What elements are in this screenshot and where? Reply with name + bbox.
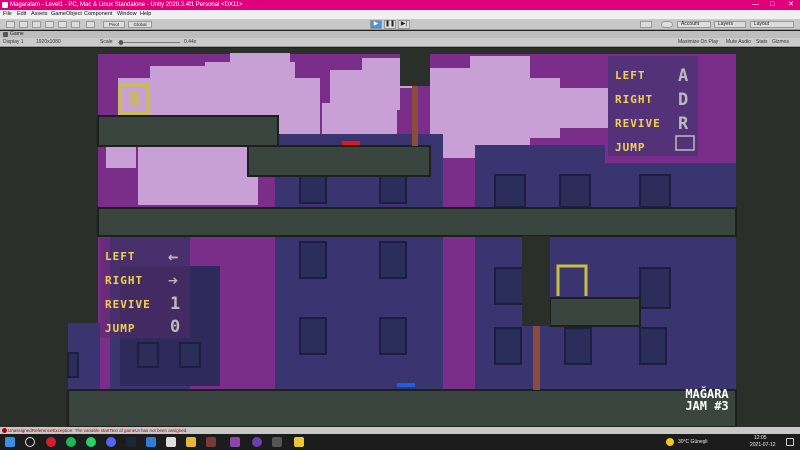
folder-icon[interactable] — [186, 437, 196, 447]
layers-dropdown[interactable]: Layers — [714, 21, 746, 28]
pivot-toggle[interactable]: Pivot — [103, 21, 125, 28]
p1-revive-key: R — [678, 114, 689, 134]
aseprite-icon[interactable] — [206, 437, 216, 447]
collab-button[interactable] — [640, 21, 652, 28]
p2-right-key: ➔ — [168, 271, 179, 291]
menu-bar: File Edit Assets GameObject Component Wi… — [0, 10, 800, 19]
step-button[interactable]: ▶| — [398, 20, 410, 29]
git-icon[interactable] — [252, 437, 262, 447]
search-icon[interactable] — [25, 437, 35, 447]
p2-jump-key: 0 — [170, 317, 181, 337]
close-button[interactable]: ✕ — [788, 0, 794, 10]
tab-game[interactable]: Game — [10, 31, 24, 38]
p2-right-label: RIGHT — [105, 274, 144, 287]
weather-text[interactable]: 30°C Güneşli — [678, 439, 708, 445]
blue-pad — [397, 383, 415, 387]
rect-tool-button[interactable] — [58, 21, 67, 28]
menu-edit[interactable]: Edit — [17, 10, 26, 19]
menu-help[interactable]: Help — [140, 10, 151, 19]
window-titlebar: Magaralam - Level1 - PC, Mac & Linux Sta… — [0, 0, 800, 10]
scale-tool-button[interactable] — [45, 21, 54, 28]
global-toggle[interactable]: Global — [128, 21, 152, 28]
steam-icon[interactable] — [126, 437, 136, 447]
p1-right-label: RIGHT — [615, 93, 654, 106]
p1-right-key: D — [678, 90, 689, 110]
opera-icon[interactable] — [46, 437, 56, 447]
visual-studio-icon[interactable] — [230, 437, 240, 447]
menu-gameobject[interactable]: GameObject — [51, 10, 82, 19]
jam-logo: MAĞARA JAM #3 — [672, 388, 742, 412]
top-pillar — [400, 54, 430, 86]
maximize-on-play-toggle[interactable]: Maximize On Play — [678, 38, 718, 47]
cloud-icon[interactable] — [661, 21, 673, 28]
scale-value: 0.44x — [184, 39, 197, 45]
resolution-dropdown[interactable]: 1920x1080 — [36, 38, 61, 47]
game-icon — [3, 32, 8, 37]
window-title: Magaralam - Level1 - PC, Mac & Linux Sta… — [10, 2, 243, 8]
game-viewport[interactable]: LEFT RIGHT REVIVE JUMP A D R LEFT RIGHT … — [0, 48, 800, 427]
mute-audio-toggle[interactable]: Mute Audio — [726, 38, 751, 47]
weather-icon — [666, 438, 674, 446]
scale-slider-handle[interactable] — [119, 40, 123, 45]
windows-start-icon[interactable] — [5, 437, 15, 447]
tree-trunk-mid — [533, 326, 540, 390]
stats-toggle[interactable]: Stats — [756, 38, 767, 47]
custom-tool-button[interactable] — [86, 21, 95, 28]
transform-tool-button[interactable] — [71, 21, 80, 28]
p2-left-label: LEFT — [105, 250, 136, 263]
p2-revive-label: REVIVE — [105, 298, 151, 311]
tree-trunk-top — [412, 86, 418, 146]
p1-jump-label: JUMP — [615, 141, 646, 154]
rotate-tool-button[interactable] — [32, 21, 41, 28]
main-toolbar: Pivot Global ▶ ❚❚ ▶| Account Layers Layo… — [0, 19, 800, 30]
pause-button[interactable]: ❚❚ — [384, 20, 396, 29]
whatsapp-icon[interactable] — [86, 437, 96, 447]
status-message: UnassignedReferenceException: The variab… — [8, 428, 188, 433]
unity-hub-icon[interactable] — [146, 437, 156, 447]
unity-icon[interactable] — [166, 437, 176, 447]
spotify-icon[interactable] — [66, 437, 76, 447]
editor-icon[interactable] — [294, 437, 304, 447]
error-icon — [2, 428, 7, 433]
jam-logo-line2: JAM #3 — [685, 399, 729, 413]
game-view-bar: Display 1 1920x1080 Scale 0.44x Maximize… — [0, 38, 800, 47]
p2-jump-label: JUMP — [105, 322, 136, 335]
scale-label: Scale — [100, 39, 113, 45]
scale-slider[interactable] — [118, 42, 180, 43]
p1-left-key: A — [678, 66, 689, 86]
menu-window[interactable]: Window — [117, 10, 137, 19]
account-dropdown[interactable]: Account — [677, 21, 711, 28]
hand-tool-button[interactable] — [6, 21, 15, 28]
console-status-bar[interactable]: UnassignedReferenceException: The variab… — [0, 427, 800, 434]
display-dropdown[interactable]: Display 1 — [3, 38, 24, 47]
notification-icon[interactable] — [786, 438, 794, 446]
p2-left-key: ← — [168, 247, 179, 267]
p1-revive-label: REVIVE — [615, 117, 661, 130]
menu-file[interactable]: File — [3, 10, 12, 19]
play-button[interactable]: ▶ — [370, 20, 382, 29]
app-icon[interactable] — [272, 437, 282, 447]
gizmos-dropdown[interactable]: Gizmos — [772, 38, 789, 47]
mid-pillar — [522, 236, 550, 326]
discord-icon[interactable] — [106, 437, 116, 447]
menu-component[interactable]: Component — [84, 10, 112, 19]
move-tool-button[interactable] — [19, 21, 28, 28]
clock-date[interactable]: 2021-07-12 — [750, 442, 776, 448]
red-pad — [342, 141, 360, 145]
maximize-button[interactable]: □ — [770, 0, 774, 10]
p1-left-label: LEFT — [615, 69, 646, 82]
minimize-button[interactable]: — — [752, 0, 759, 10]
unity-logo-icon — [2, 2, 8, 8]
layout-dropdown[interactable]: Layout — [750, 21, 794, 28]
menu-assets[interactable]: Assets — [31, 10, 48, 19]
windows-taskbar: 30°C Güneşli 12:05 2021-07-12 — [0, 434, 800, 450]
game-tab-strip: Game — [0, 31, 800, 38]
p2-revive-key: 1 — [170, 294, 181, 314]
clock-time[interactable]: 12:05 — [754, 435, 767, 441]
